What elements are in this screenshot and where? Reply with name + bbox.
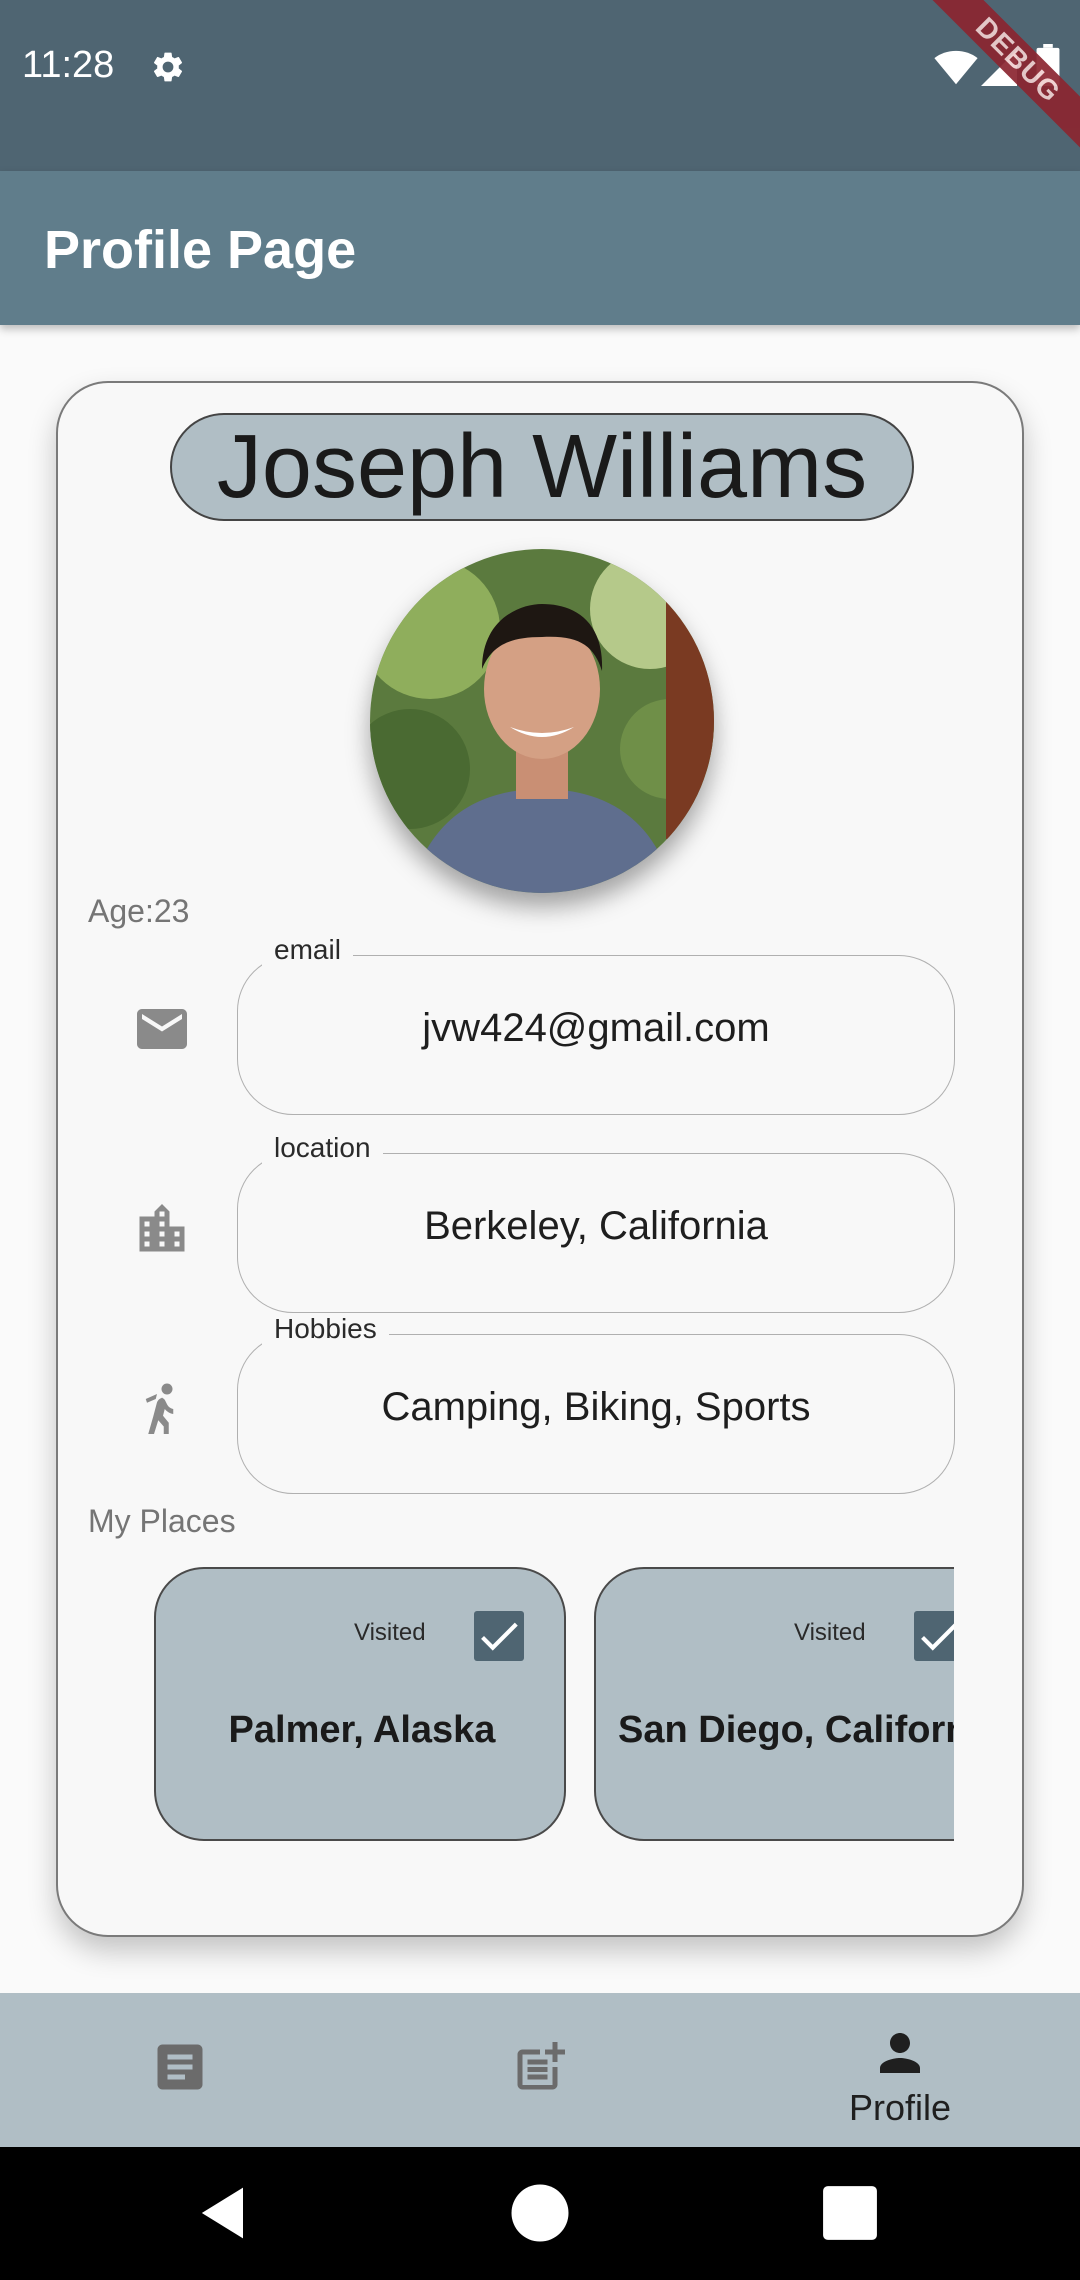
article-icon [157,2044,203,2090]
person-icon [880,2033,920,2073]
nav-label-profile: Profile [848,2087,952,2128]
location-field-value: Berkeley, California [424,1204,768,1248]
post-add-icon [517,2042,565,2090]
places-label: My Places [88,1503,236,1539]
email-field-value: jvw424@gmail.com [422,1006,770,1050]
recents-icon[interactable] [812,2175,888,2251]
place-name: San Diego, California [618,1709,954,1751]
profile-name: Joseph Williams [170,413,914,521]
hobbies-field-value: Camping, Biking, Sports [381,1385,811,1429]
hobbies-field[interactable]: Hobbies Camping, Biking, Sports [237,1313,955,1494]
profile-card: Joseph Williams Age:23 email jvw424@gmai… [56,381,1024,1937]
places-list[interactable]: Visited Palmer, Alaska Visited San Diego… [154,1567,954,1843]
age-label: Age:23 [88,893,190,929]
visited-label: Visited [794,1619,866,1646]
nav-item-articles[interactable] [60,1993,300,2147]
avatar [370,549,714,893]
location-field[interactable]: location Berkeley, California [237,1132,955,1313]
status-time: 11:28 [22,44,115,86]
check-icon [921,1623,954,1651]
sports-icon [145,1383,174,1434]
place-name: Palmer, Alaska [228,1709,496,1751]
nav-item-profile[interactable]: Profile [780,1993,1020,2147]
email-icon [137,1009,187,1049]
settings-gear-icon [153,52,183,82]
visited-label: Visited [354,1619,426,1646]
home-icon[interactable] [502,2175,578,2251]
app-bar: Profile Page [0,171,1080,325]
location-field-label: location [262,1132,383,1164]
place-card[interactable]: Visited San Diego, California [594,1567,954,1841]
email-field[interactable]: email jvw424@gmail.com [237,934,955,1115]
wifi-icon [934,50,978,85]
place-card[interactable]: Visited Palmer, Alaska [154,1567,566,1841]
status-bar: 11:28 DEBUG [0,0,1080,171]
visited-checkbox[interactable] [914,1611,954,1661]
visited-checkbox[interactable] [474,1611,524,1661]
system-nav-bar [0,2147,1080,2280]
avatar-photo [370,549,714,893]
bottom-nav: Profile [0,1993,1080,2147]
email-field-label: email [262,934,353,966]
page-title: Profile Page [44,220,357,280]
nav-item-add-post[interactable] [420,1993,660,2147]
check-icon [481,1622,518,1651]
back-icon[interactable] [186,2175,262,2251]
building-icon [139,1204,185,1252]
hobbies-field-label: Hobbies [262,1313,389,1345]
